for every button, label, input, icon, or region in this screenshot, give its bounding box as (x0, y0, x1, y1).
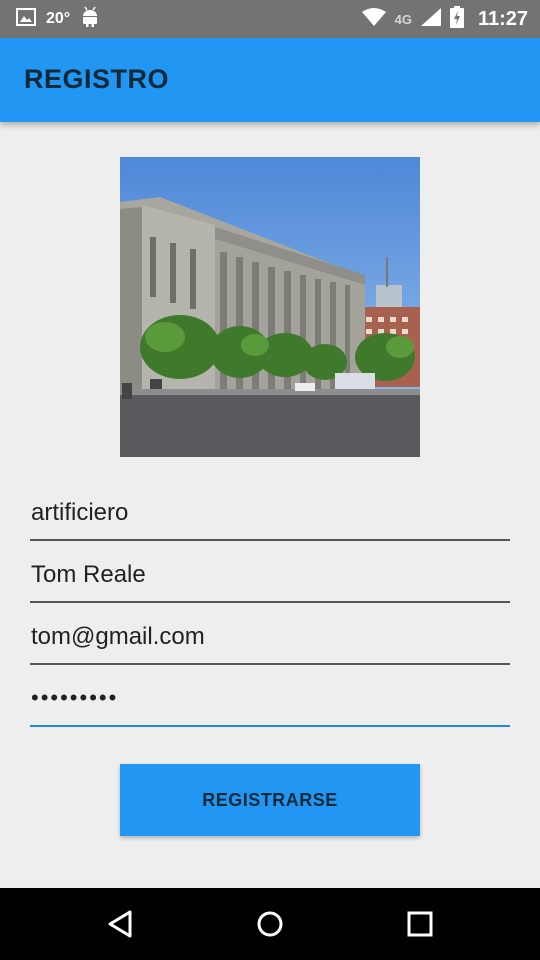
recents-icon[interactable] (400, 904, 440, 944)
network-type-text: 4G (394, 11, 412, 27)
battery-icon (449, 5, 464, 33)
page-title: REGISTRO (24, 64, 170, 94)
home-icon[interactable] (250, 904, 290, 944)
signal-icon (420, 7, 442, 32)
status-bar: 20° 4G 11:27 (0, 0, 540, 38)
password-value: ••••••••• (31, 685, 119, 710)
password-field[interactable]: ••••••••• (30, 675, 510, 727)
clock-text: 11:27 (477, 7, 528, 30)
email-field[interactable]: tom@gmail.com (30, 613, 510, 665)
email-value: tom@gmail.com (31, 623, 205, 650)
wifi-icon (361, 7, 387, 32)
image-icon (16, 7, 36, 31)
android-icon (80, 6, 100, 33)
name-field[interactable]: Tom Reale (30, 551, 510, 603)
navigation-bar (0, 888, 540, 960)
register-button[interactable]: REGISTRARSE (120, 764, 420, 836)
building-photo (120, 157, 420, 457)
back-icon[interactable] (100, 904, 140, 944)
name-value: Tom Reale (31, 561, 146, 588)
temperature-text: 20° (46, 10, 71, 27)
username-field[interactable]: artificiero (30, 489, 510, 541)
username-value: artificiero (31, 499, 129, 526)
app-bar: REGISTRO (0, 38, 540, 122)
